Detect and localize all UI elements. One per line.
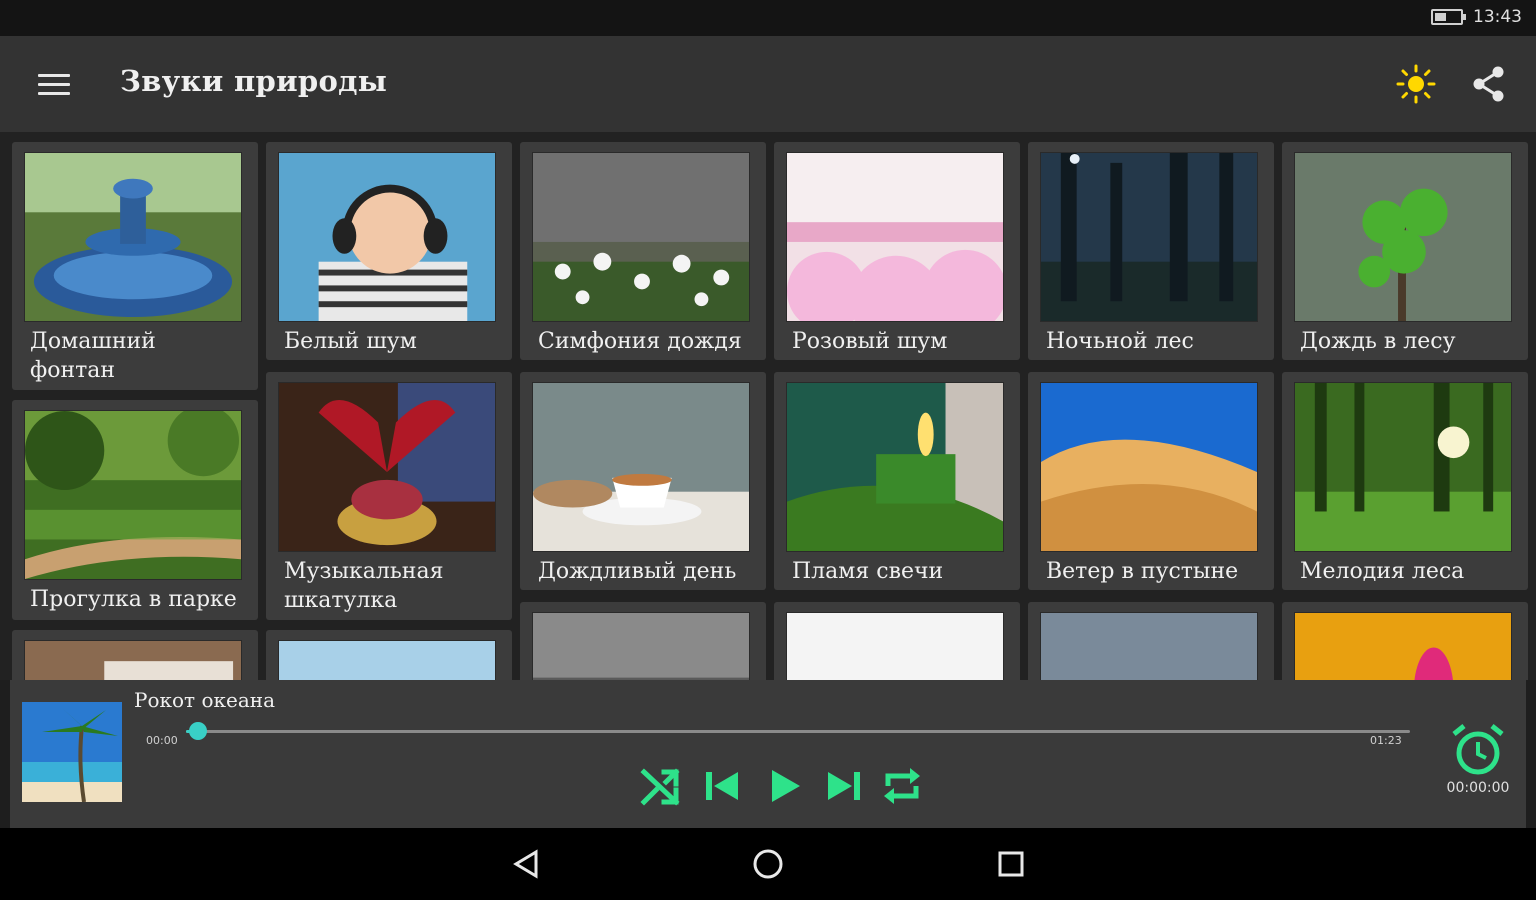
status-time: 13:43	[1473, 7, 1522, 27]
recents-icon[interactable]	[993, 846, 1029, 882]
track-title: Рокот океана	[134, 688, 276, 712]
sea-image	[278, 640, 496, 680]
next-icon[interactable]	[822, 764, 866, 808]
home-icon[interactable]	[750, 846, 786, 882]
autumn-child-image	[1294, 612, 1512, 680]
seek-knob[interactable]	[189, 722, 208, 740]
app-bar: Звуки природы	[0, 36, 1536, 132]
sun-icon[interactable]	[1396, 64, 1436, 104]
baby-headphones-image	[278, 152, 496, 322]
navigation-bar	[0, 828, 1536, 900]
tile-label: Мелодия леса	[1300, 559, 1465, 584]
room-image	[24, 640, 242, 680]
tile-label: Прогулка в парке	[30, 587, 237, 612]
repeat-icon[interactable]	[880, 764, 924, 808]
tile-night-forest[interactable]: Ночьной лес	[1028, 142, 1274, 360]
tile-label: Симфония дождя	[538, 329, 742, 354]
tile-music-box[interactable]: Музыкальная шкатулка	[266, 372, 512, 620]
seek-bar[interactable]	[186, 722, 1410, 740]
tile-desert-wind[interactable]: Ветер в пустыне	[1028, 372, 1274, 590]
ocean-palm-image[interactable]	[22, 702, 122, 802]
park-path-image	[24, 410, 242, 580]
tile-label: Ветер в пустыне	[1046, 559, 1239, 584]
app-title: Звуки природы	[120, 64, 388, 98]
player-bar: Рокот океана 00:00 01:23 00:00:00	[10, 680, 1526, 828]
total-time: 01:23	[1370, 734, 1402, 747]
sheep-image	[1040, 612, 1258, 680]
rain-flowers-image	[532, 152, 750, 322]
night-forest-image	[1040, 152, 1258, 322]
tile-label: Пламя свечи	[792, 559, 944, 584]
tile-forest-rain[interactable]: Дождь в лесу	[1282, 142, 1528, 360]
back-icon[interactable]	[508, 846, 544, 882]
sunny-forest-image	[1294, 382, 1512, 552]
tile-white-noise[interactable]: Белый шум	[266, 142, 512, 360]
sleep-timer: 00:00:00	[1446, 780, 1510, 796]
pink-clouds-image	[786, 152, 1004, 322]
tile-label: Музыкальная шкатулка	[284, 559, 444, 613]
rain-street-image	[532, 612, 750, 680]
current-time: 00:00	[146, 734, 178, 747]
tile-red-hearts[interactable]	[774, 602, 1020, 680]
tile-candle-flame[interactable]: Пламя свечи	[774, 372, 1020, 590]
red-hearts-image	[786, 612, 1004, 680]
tile-room[interactable]	[12, 630, 258, 680]
music-box-image	[278, 382, 496, 552]
fountain-image	[24, 152, 242, 322]
tile-sheep[interactable]	[1028, 602, 1274, 680]
shuffle-icon[interactable]	[640, 764, 684, 808]
tile-rain-symphony[interactable]: Симфония дождя	[520, 142, 766, 360]
tile-label: Белый шум	[284, 329, 417, 354]
tile-park-walk[interactable]: Прогулка в парке	[12, 400, 258, 620]
tile-label: Розовый шум	[792, 329, 948, 354]
alarm-clock-icon[interactable]	[1450, 722, 1506, 778]
previous-icon[interactable]	[700, 764, 744, 808]
tile-sea[interactable]	[266, 630, 512, 680]
tile-label: Дождливый день	[538, 559, 737, 584]
tea-cup-window-image	[532, 382, 750, 552]
battery-icon	[1431, 9, 1466, 25]
tile-label: Ночьной лес	[1046, 329, 1194, 354]
tile-autumn-child[interactable]	[1282, 602, 1528, 680]
share-icon[interactable]	[1470, 64, 1508, 104]
menu-icon[interactable]	[38, 74, 70, 96]
desert-dunes-image	[1040, 382, 1258, 552]
tile-forest-melody[interactable]: Мелодия леса	[1282, 372, 1528, 590]
sounds-grid: Домашний фонтан Прогулка в парке Белый ш…	[0, 132, 1536, 680]
forest-rain-image	[1294, 152, 1512, 322]
play-icon[interactable]	[762, 764, 806, 808]
tile-home-fountain[interactable]: Домашний фонтан	[12, 142, 258, 390]
tile-label: Дождь в лесу	[1300, 329, 1456, 354]
tile-rain-street[interactable]	[520, 602, 766, 680]
candle-image	[786, 382, 1004, 552]
status-bar: 13:43	[0, 0, 1536, 36]
tile-rainy-day[interactable]: Дождливый день	[520, 372, 766, 590]
status-icons: 13:43	[1431, 7, 1522, 27]
tile-pink-noise[interactable]: Розовый шум	[774, 142, 1020, 360]
tile-label: Домашний фонтан	[30, 329, 156, 383]
